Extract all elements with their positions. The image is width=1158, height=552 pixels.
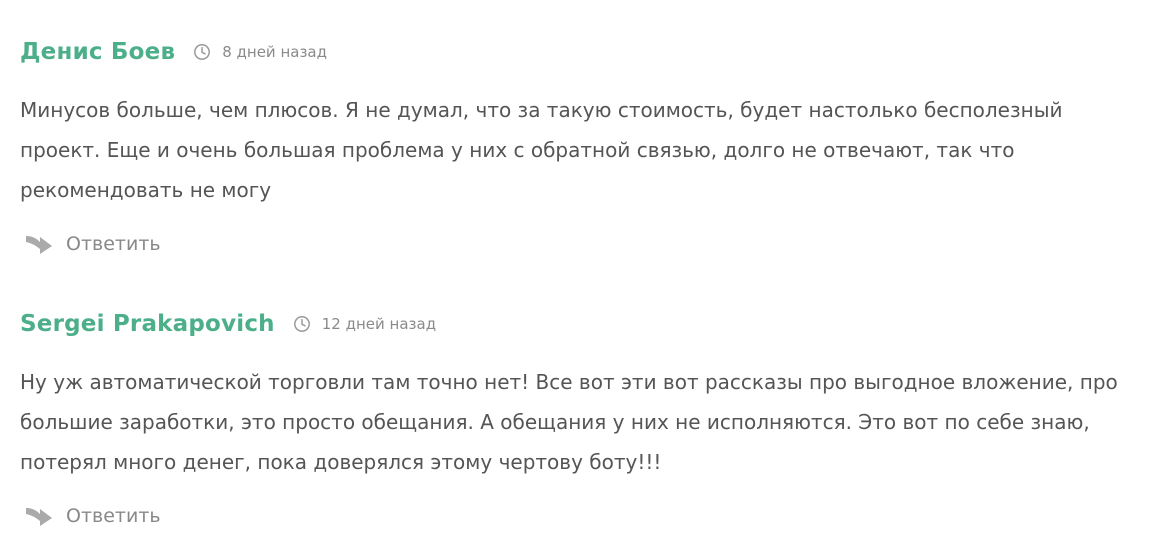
comment: Денис Боев 8 дней назад Минусов больше, … (20, 36, 1140, 260)
comment-author[interactable]: Денис Боев (20, 36, 175, 68)
clock-icon (293, 316, 310, 332)
comment-meta: Sergei Prakapovich 12 дней назад (20, 308, 1140, 340)
reply-button[interactable]: Ответить (25, 500, 1140, 532)
comment-time: 12 дней назад (293, 315, 436, 333)
comment-text: Ну уж автоматической торговли там точно … (20, 370, 1118, 474)
reply-label: Ответить (66, 233, 161, 255)
comment: Sergei Prakapovich 12 дней назад Ну уж а… (20, 308, 1140, 532)
clock-icon (194, 44, 211, 60)
comment-time-label: 8 дней назад (222, 43, 327, 61)
reply-label: Ответить (66, 505, 161, 527)
comment-time-label: 12 дней назад (321, 315, 437, 333)
comment-text: Минусов больше, чем плюсов. Я не думал, … (20, 98, 1063, 202)
reply-button[interactable]: Ответить (25, 228, 1140, 260)
comment-meta: Денис Боев 8 дней назад (20, 36, 1140, 68)
comment-author[interactable]: Sergei Prakapovich (20, 308, 275, 340)
reply-arrow-icon (26, 508, 52, 526)
comment-time: 8 дней назад (193, 43, 327, 61)
reply-arrow-icon (26, 236, 52, 254)
